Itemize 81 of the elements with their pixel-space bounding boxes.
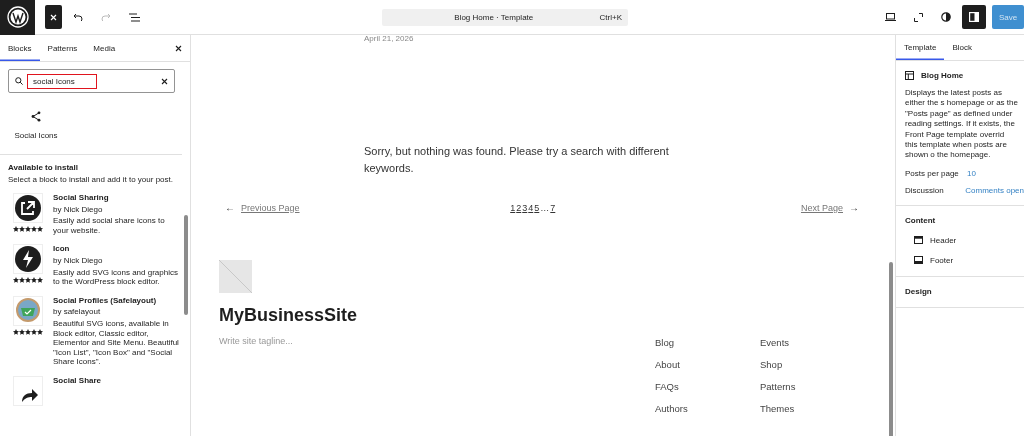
plugin-description: Easily add social share icons to your website.: [53, 216, 166, 236]
nav-link[interactable]: Blog: [655, 337, 760, 348]
plugin-title[interactable]: Social Share: [53, 375, 181, 386]
plugin-description: Beautiful SVG icons, available in Block editor, Classic editor, Elementor and Site Menu. Beautiful "Icon List", "Icon Box" and "Social Share Icons".: [53, 318, 180, 367]
nav-link[interactable]: Themes: [760, 403, 865, 414]
post-date: April 21, 2026: [363, 35, 415, 43]
item-label: Footer: [930, 255, 954, 265]
template-title: Blog Home: [921, 71, 964, 80]
sidebar-icon: [969, 12, 979, 22]
basket-icon: [13, 295, 43, 326]
redo-icon: [101, 13, 111, 21]
section-heading: Content: [904, 214, 937, 227]
tab[interactable]: Template: [896, 35, 945, 60]
site-tagline: Write site tagline...: [219, 336, 294, 346]
scrollbar[interactable]: [889, 262, 893, 436]
page-number[interactable]: 4: [528, 202, 534, 213]
command-title: Blog Home · Template: [453, 12, 535, 22]
template-description: Displays the latest posts as either the s homepage or as the "Posts page" as defined under reading settings. If it exists, the Front Page template overrid this template when posts are shown o the homepage.: [904, 87, 1019, 161]
nav-link[interactable]: Shop: [760, 359, 865, 370]
nav-link[interactable]: Patterns: [760, 381, 865, 392]
list-icon: [128, 12, 140, 22]
fullscreen-icon: [913, 12, 923, 22]
nav-link[interactable]: Events: [760, 337, 865, 348]
previous-page-link[interactable]: Previous Page: [241, 202, 300, 213]
right-arrow: →: [849, 202, 859, 213]
block-label[interactable]: Social Icons: [14, 131, 58, 140]
plugin-title[interactable]: Social Sharing: [53, 193, 181, 203]
sidebar-toggle-button[interactable]: [962, 5, 986, 29]
page-number[interactable]: 7: [550, 202, 556, 213]
scrollbar[interactable]: [184, 215, 188, 315]
footer-icon: [914, 256, 923, 265]
section-description: Select a block to install and add it to your post.: [7, 174, 174, 184]
search-field[interactable]: social Icons: [8, 69, 175, 93]
tab[interactable]: Block: [944, 35, 981, 60]
nav-link[interactable]: About: [655, 359, 760, 370]
field-value-link[interactable]: 10: [967, 168, 976, 178]
field-label: Discussion: [905, 185, 945, 195]
clear-search-icon[interactable]: [161, 77, 168, 85]
site-title: MyBusinessSite: [219, 305, 359, 326]
template-icon: [905, 71, 914, 80]
page-number[interactable]: 5: [534, 202, 540, 213]
shortcut-hint: Ctrl+K: [599, 12, 622, 22]
close-button[interactable]: [45, 5, 62, 29]
share-icon: [13, 193, 43, 223]
lightning-icon: [13, 244, 43, 275]
template-part-item[interactable]: Footer: [896, 246, 1024, 267]
search-icon: [15, 77, 23, 85]
wordpress-logo[interactable]: [0, 0, 35, 35]
laptop-icon: [884, 13, 896, 21]
plugin-title[interactable]: Social Profiles (Safelayout): [53, 295, 181, 306]
page-number[interactable]: …: [540, 202, 550, 213]
template-part-item[interactable]: Header: [896, 226, 1024, 247]
section-heading: Available to install: [7, 162, 79, 172]
command-bar[interactable]: Blog Home · Template Ctrl+K: [382, 8, 628, 26]
page-number[interactable]: 1: [510, 202, 516, 213]
plugin-description: Easily add SVG icons and graphics to the WordPress block editor.: [53, 267, 179, 287]
plugin-author: by Nick Diego: [53, 255, 104, 266]
tab[interactable]: Blocks: [0, 35, 40, 61]
item-label: Header: [930, 235, 957, 245]
page-number[interactable]: 2: [516, 202, 522, 213]
nav-link[interactable]: FAQs: [655, 381, 760, 392]
share-icon[interactable]: [31, 111, 41, 122]
field-label: Posts per page: [905, 168, 960, 178]
tab[interactable]: Media: [85, 35, 124, 61]
contrast-icon: [941, 12, 951, 22]
close-icon: [175, 44, 182, 52]
nav-link[interactable]: Authors: [655, 403, 760, 414]
undo-icon: [73, 13, 83, 21]
close-icon: [50, 13, 57, 21]
plugin-title[interactable]: Icon: [53, 244, 181, 254]
next-page-link[interactable]: Next Page: [800, 202, 843, 213]
plugin-author: by safelayout: [53, 307, 102, 317]
header-icon: [914, 236, 923, 245]
page-number[interactable]: 3: [522, 202, 528, 213]
plugin-author: by Nick Diego: [53, 204, 104, 215]
left-arrow: ←: [225, 202, 235, 213]
no-results-message: Sorry, but nothing was found. Please try a search with different keywords.: [363, 144, 670, 176]
field-value-link[interactable]: Comments open: [965, 185, 1024, 195]
logo-placeholder: [219, 260, 252, 293]
section-heading: Design: [904, 285, 933, 298]
tab[interactable]: Patterns: [39, 35, 86, 61]
